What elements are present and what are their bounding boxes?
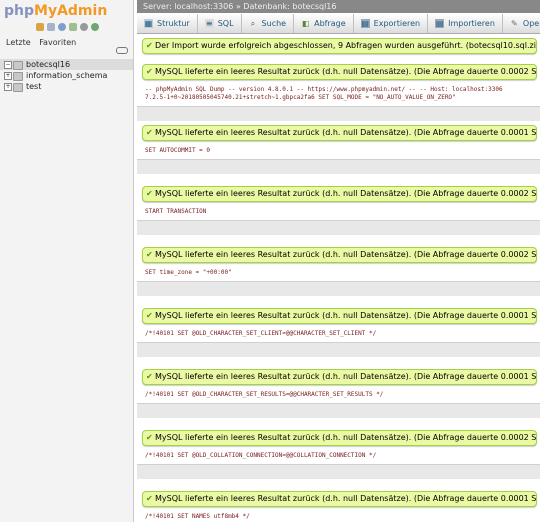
query-result-block: ✔ MySQL lieferte ein leeres Resultat zurü… <box>137 491 540 522</box>
tab-search[interactable]: ⌕ Suche <box>242 14 295 33</box>
main-content: ✔ Der Import wurde erfolgreich abgeschlos… <box>137 34 540 522</box>
query-result-block: ✔ MySQL lieferte ein leeres Resultat zurü… <box>137 125 540 182</box>
query-result-block: ✔ MySQL lieferte ein leeres Resultat zurü… <box>137 247 540 304</box>
sql-query[interactable]: /*!40101 SET NAMES utf8mb4 */ <box>137 513 540 521</box>
database-toolbar: ▦ Struktur ≡ SQL ⌕ Suche ◧ Abfrage ▤ Exportie… <box>137 14 540 34</box>
check-icon: ✔ <box>146 372 153 381</box>
tab-query[interactable]: ◧ Abfrage <box>294 14 354 33</box>
result-message: ✔ MySQL lieferte ein leeres Resultat zurü… <box>142 64 537 80</box>
database-name[interactable]: information_schema <box>26 71 107 80</box>
result-message: ✔ MySQL lieferte ein leeres Resultat zurü… <box>142 186 537 202</box>
home-icon[interactable] <box>36 23 44 31</box>
query-options-bar <box>137 464 540 479</box>
operations-icon: ✎ <box>511 19 518 28</box>
result-message: ✔ MySQL lieferte ein leeres Resultat zurü… <box>142 247 537 263</box>
database-name[interactable]: botecsql16 <box>26 60 70 69</box>
collapse-icon[interactable]: − <box>4 61 12 69</box>
tree-item-information-schema[interactable]: + information_schema <box>0 70 133 81</box>
check-icon: ✔ <box>146 311 153 320</box>
settings-icon[interactable] <box>80 23 88 31</box>
tab-operations[interactable]: ✎Operation <box>503 14 540 33</box>
structure-icon: ▦ <box>144 19 153 28</box>
database-icon <box>13 83 23 92</box>
phpmyadmin-logo[interactable]: phpMyAdmin <box>4 3 107 19</box>
sql-query[interactable]: SET AUTOCOMMIT = 0 <box>137 147 540 155</box>
link-icon[interactable] <box>116 47 128 54</box>
sql-icon: ≡ <box>204 19 214 28</box>
breadcrumb-text[interactable]: Server: localhost:3306 » Datenbank: bote… <box>143 2 336 11</box>
reload-icon[interactable] <box>91 23 99 31</box>
query-result-block: ✔ MySQL lieferte ein leeres Resultat zurü… <box>137 308 540 365</box>
query-options-bar <box>137 281 540 296</box>
check-icon: ✔ <box>146 250 153 259</box>
tree-item-botecsql16[interactable]: − botecsql16 <box>0 59 133 70</box>
tab-recent[interactable]: Letzte <box>6 38 31 47</box>
check-icon: ✔ <box>146 41 153 50</box>
sql-query[interactable]: SET time_zone = "+00:00" <box>137 269 540 277</box>
database-icon <box>13 72 23 81</box>
query-result-block: ✔ MySQL lieferte ein leeres Resultat zurü… <box>137 430 540 487</box>
import-icon: ▤ <box>435 19 445 28</box>
query-options-bar <box>137 342 540 357</box>
sql-query[interactable]: START TRANSACTION <box>137 208 540 216</box>
query-options-bar <box>137 403 540 418</box>
query-options-bar <box>137 106 540 121</box>
sql-query[interactable]: /*!40101 SET @OLD_CHARACTER_SET_CLIENT=@… <box>137 330 540 338</box>
result-message: ✔ MySQL lieferte ein leeres Resultat zurü… <box>142 430 537 446</box>
tree-item-test[interactable]: + test <box>0 81 133 92</box>
query-result-block: ✔ MySQL lieferte ein leeres Resultat zurü… <box>137 64 540 121</box>
check-icon: ✔ <box>146 128 153 137</box>
database-tree: − botecsql16 + information_schema + test <box>0 59 133 92</box>
logout-icon[interactable] <box>47 23 55 31</box>
search-icon: ⌕ <box>250 19 256 28</box>
navigation-sidebar: phpMyAdmin Letzte Favoriten − botecsql16… <box>0 0 134 522</box>
check-icon: ✔ <box>146 67 153 76</box>
docs-icon[interactable] <box>69 23 77 31</box>
import-success-message: ✔ Der Import wurde erfolgreich abgeschlos… <box>142 38 537 54</box>
help-icon[interactable] <box>58 23 66 31</box>
result-message: ✔ MySQL lieferte ein leeres Resultat zurü… <box>142 308 537 324</box>
expand-icon[interactable]: + <box>4 72 12 80</box>
check-icon: ✔ <box>146 189 153 198</box>
sql-query[interactable]: /*!40101 SET @OLD_COLLATION_CONNECTION=@… <box>137 452 540 460</box>
check-icon: ✔ <box>146 494 153 503</box>
result-message: ✔ MySQL lieferte ein leeres Resultat zurü… <box>142 369 537 385</box>
export-icon: ▤ <box>360 19 370 28</box>
database-name[interactable]: test <box>26 82 41 91</box>
tab-export[interactable]: ▤ Exportieren <box>354 14 429 33</box>
expand-icon[interactable]: + <box>4 83 12 91</box>
sql-query[interactable]: /*!40101 SET @OLD_CHARACTER_SET_RESULTS=… <box>137 391 540 399</box>
query-options-bar <box>137 159 540 174</box>
result-message: ✔ MySQL lieferte ein leeres Resultat zurü… <box>142 491 537 507</box>
result-message: ✔ MySQL lieferte ein leeres Resultat zurü… <box>142 125 537 141</box>
check-icon: ✔ <box>146 433 153 442</box>
sidebar-icon-bar <box>36 23 99 31</box>
tab-sql[interactable]: ≡ SQL <box>198 14 242 33</box>
tab-import[interactable]: ▤ Importieren <box>428 14 503 33</box>
tab-favorites[interactable]: Favoriten <box>39 38 76 47</box>
query-result-block: ✔ MySQL lieferte ein leeres Resultat zurü… <box>137 186 540 243</box>
recent-favorites-tabs: Letzte Favoriten <box>6 38 82 47</box>
query-icon: ◧ <box>301 19 310 28</box>
sql-query[interactable]: -- phpMyAdmin SQL Dump -- version 4.8.0.… <box>137 86 540 102</box>
database-icon <box>13 61 23 70</box>
query-result-block: ✔ MySQL lieferte ein leeres Resultat zurü… <box>137 369 540 426</box>
server-breadcrumb[interactable]: Server: localhost:3306 » Datenbank: bote… <box>137 0 540 13</box>
tab-structure[interactable]: ▦ Struktur <box>137 14 198 33</box>
query-options-bar <box>137 220 540 235</box>
